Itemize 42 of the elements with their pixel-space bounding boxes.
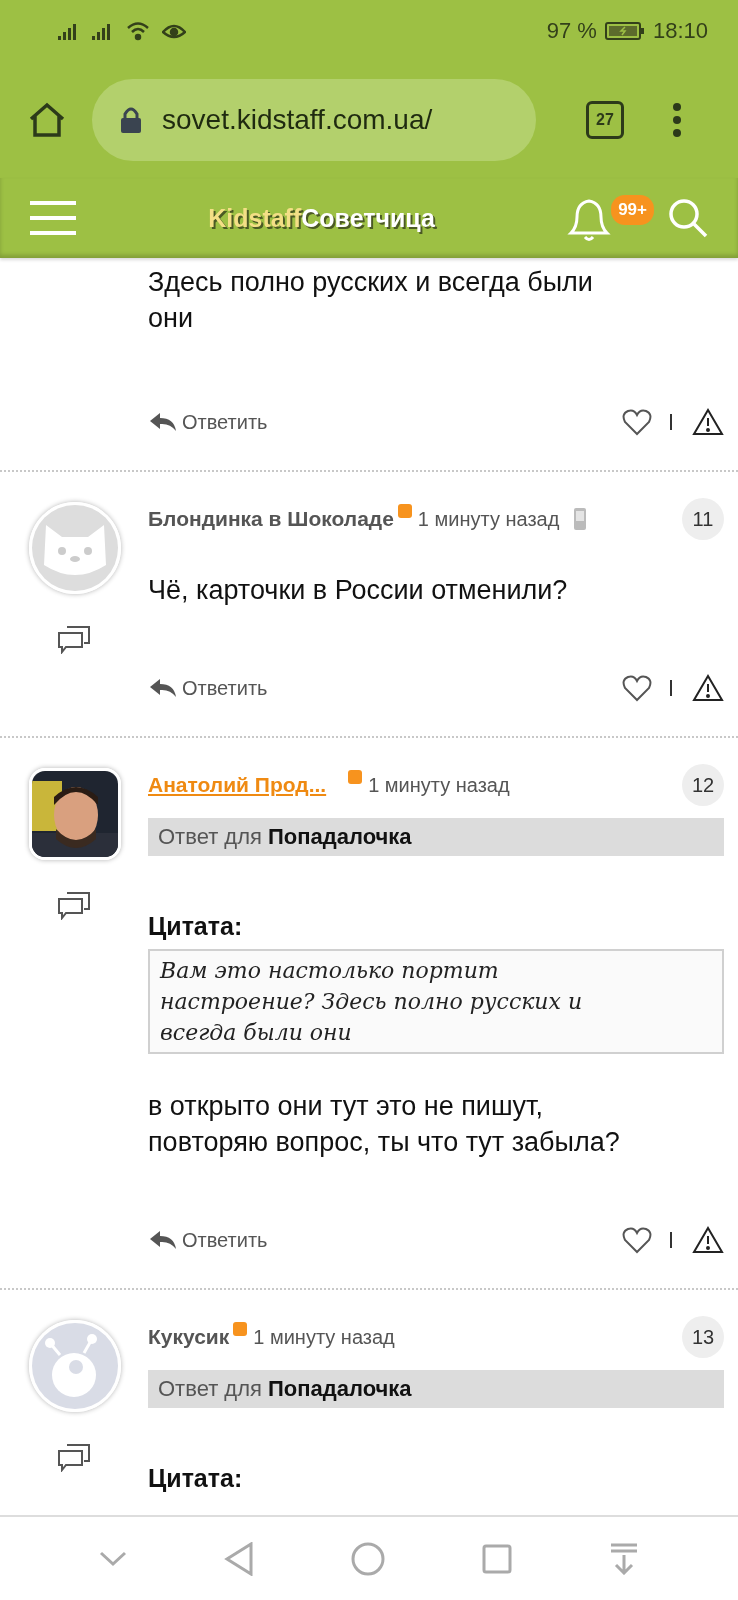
warning-icon[interactable] [692, 1226, 724, 1254]
comment-number: 12 [682, 764, 724, 806]
comment-text: в открыто они тут это не пишут, повторяю вопрос, ты что тут забыла? [148, 1090, 621, 1159]
wifi-icon [126, 21, 150, 41]
tab-count-button[interactable]: 27 [586, 101, 624, 139]
comments-icon[interactable] [58, 626, 90, 654]
quote-text: Вам это настолько портит настроение? Здесь полно русских и всегда были они [148, 949, 724, 1054]
author-link[interactable]: Блондинка в Шоколаде [148, 507, 394, 531]
warning-icon[interactable] [692, 674, 724, 702]
warning-icon[interactable] [692, 408, 724, 436]
comments-icon[interactable] [58, 892, 90, 920]
menu-icon[interactable] [672, 102, 682, 138]
comment-text: Чё, карточки в России отменили? [148, 574, 569, 607]
heart-icon[interactable] [622, 1226, 652, 1254]
quote-label: Цитата: [148, 1464, 244, 1493]
heart-icon[interactable] [622, 674, 652, 702]
reply-button[interactable]: Ответить [148, 676, 268, 700]
heart-icon[interactable] [622, 408, 652, 436]
reply-to-label: Ответ для Попадалочка [148, 818, 724, 856]
comment-time: 1 минуту назад [368, 773, 510, 797]
notification-badge: 99+ [611, 195, 654, 225]
quote-label: Цитата: [148, 912, 244, 941]
reply-to-label: Ответ для Попадалочка [148, 1370, 724, 1408]
home-icon[interactable] [28, 102, 66, 138]
reply-arrow-icon [148, 1229, 178, 1251]
reply-button[interactable]: Ответить [148, 410, 268, 434]
clock-time: 18:10 [652, 18, 708, 44]
eye-icon [162, 22, 186, 40]
comments-icon[interactable] [58, 1444, 90, 1472]
battery-icon [604, 21, 645, 41]
reply-button[interactable]: Ответить [148, 1228, 268, 1252]
author-link[interactable]: Кукусик [148, 1325, 230, 1349]
comment-number: 13 [682, 1316, 724, 1358]
comment-time: 1 минуту назад [253, 1325, 395, 1349]
reply-arrow-icon [148, 677, 178, 699]
battery-percent: 97 % [546, 18, 597, 44]
reply-arrow-icon [148, 411, 178, 433]
url-field[interactable]: sovet.kidstaff.com.ua/ [92, 79, 536, 161]
comment-time: 1 минуту назад [417, 507, 560, 531]
comment-number: 11 [682, 498, 724, 540]
lock-icon [120, 106, 142, 134]
comment-text: Здесь полно русских и всегда были они [148, 266, 594, 335]
